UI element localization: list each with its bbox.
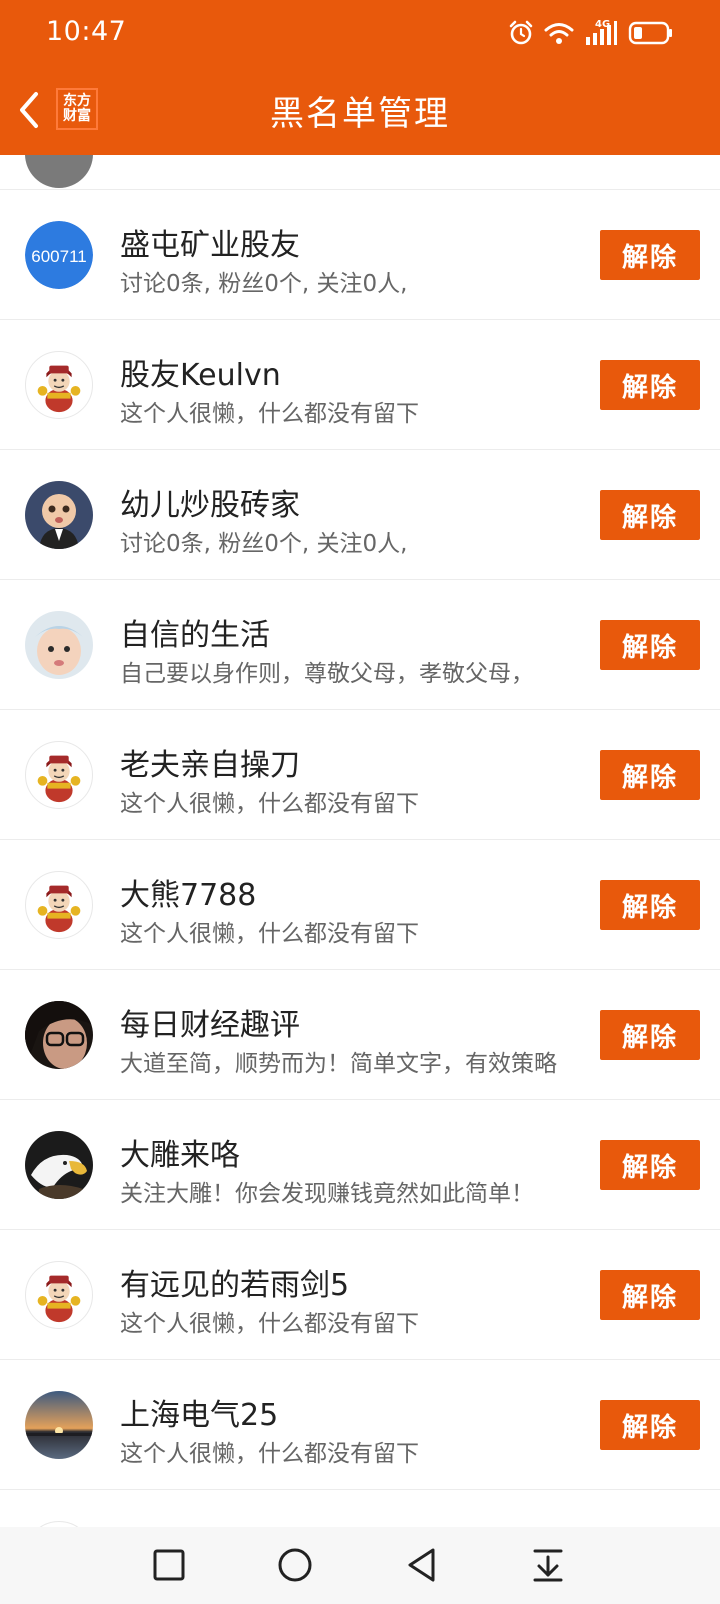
home-button[interactable] (273, 1543, 317, 1587)
eagle-avatar-icon (25, 1131, 93, 1199)
list-item[interactable]: 600711 盛屯矿业股友 讨论0条, 粉丝0个, 关注0人, 解除 (0, 190, 720, 320)
blacklist[interactable]: 600711 盛屯矿业股友 讨论0条, 粉丝0个, 关注0人, 解除 股友Keu… (0, 155, 720, 1527)
avatar[interactable] (25, 871, 93, 939)
unblock-button[interactable]: 解除 (600, 1400, 700, 1450)
status-icons: 4G (508, 18, 674, 48)
notification-pull-button[interactable] (526, 1543, 570, 1587)
baby-boss-avatar-icon (25, 481, 93, 549)
recent-apps-icon (153, 1549, 185, 1581)
unblock-button[interactable]: 解除 (600, 750, 700, 800)
unblock-button[interactable]: 解除 (600, 490, 700, 540)
list-item-partial (0, 1490, 720, 1527)
page-title: 黑名单管理 (270, 94, 450, 134)
avatar (25, 155, 93, 188)
recent-apps-button[interactable] (147, 1543, 191, 1587)
user-bio: 这个人很懒，什么都没有留下 (120, 791, 419, 817)
list-item[interactable]: 每日财经趣评 大道至简，顺势而为！简单文字，有效策略 解除 (0, 970, 720, 1100)
user-bio: 讨论0条, 粉丝0个, 关注0人, (120, 271, 408, 297)
avatar[interactable] (25, 351, 93, 419)
unblock-button[interactable]: 解除 (600, 1140, 700, 1190)
battery-icon (628, 21, 674, 45)
user-name[interactable]: 盛屯矿业股友 (120, 220, 300, 264)
user-name[interactable]: 有远见的若雨剑5 (120, 1260, 349, 1304)
avatar[interactable] (25, 1261, 93, 1329)
list-item[interactable]: 自信的生活 自己要以身作则，尊敬父母，孝敬父母， 解除 (0, 580, 720, 710)
user-name[interactable]: 大雕来咯 (120, 1130, 240, 1174)
list-item[interactable]: 股友Keulvn 这个人很懒，什么都没有留下 解除 (0, 320, 720, 450)
avatar[interactable] (25, 1131, 93, 1199)
back-nav-button[interactable] (400, 1543, 444, 1587)
status-time: 10:47 (46, 16, 127, 47)
avatar-text: 600711 (31, 247, 86, 266)
user-name[interactable]: 大熊7788 (120, 870, 256, 914)
unblock-button[interactable]: 解除 (600, 620, 700, 670)
list-item[interactable]: 大熊7788 这个人很懒，什么都没有留下 解除 (0, 840, 720, 970)
user-bio: 这个人很懒，什么都没有留下 (120, 401, 419, 427)
user-name[interactable]: 老夫亲自操刀 (120, 740, 300, 784)
unblock-button[interactable]: 解除 (600, 230, 700, 280)
avatar[interactable] (25, 611, 93, 679)
cellular-signal-icon: 4G (584, 19, 618, 47)
unblock-button[interactable]: 解除 (600, 880, 700, 930)
user-bio: 自己要以身作则，尊敬父母，孝敬父母， (120, 661, 534, 687)
mascot-icon (37, 885, 81, 933)
avatar[interactable] (25, 1001, 93, 1069)
app-header: 10:47 4G 东方 财富 黑名单管理 (0, 0, 720, 155)
unblock-button[interactable]: 解除 (600, 1270, 700, 1320)
avatar[interactable] (25, 1391, 93, 1459)
avatar[interactable]: 600711 (25, 221, 93, 289)
user-bio: 这个人很懒，什么都没有留下 (120, 1441, 419, 1467)
user-bio: 关注大雕！你会发现赚钱竟然如此简单！ (120, 1181, 534, 1207)
glasses-girl-avatar-icon (25, 1001, 93, 1069)
list-item[interactable]: 上海电气25 这个人很懒，什么都没有留下 解除 (0, 1360, 720, 1490)
wifi-icon (544, 21, 574, 45)
home-icon (278, 1548, 312, 1582)
list-item[interactable]: 大雕来咯 关注大雕！你会发现赚钱竟然如此简单！ 解除 (0, 1100, 720, 1230)
list-item[interactable]: 老夫亲自操刀 这个人很懒，什么都没有留下 解除 (0, 710, 720, 840)
mascot-icon (37, 365, 81, 413)
alarm-icon (508, 20, 534, 46)
user-bio: 这个人很懒，什么都没有留下 (120, 921, 419, 947)
user-name[interactable]: 股友Keulvn (120, 350, 281, 394)
user-name[interactable]: 上海电气25 (120, 1390, 278, 1434)
unblock-button[interactable]: 解除 (600, 1010, 700, 1060)
system-navigation-bar (0, 1527, 720, 1604)
user-bio: 大道至简，顺势而为！简单文字，有效策略 (120, 1051, 557, 1077)
user-name[interactable]: 自信的生活 (120, 610, 270, 654)
user-bio: 这个人很懒，什么都没有留下 (120, 1311, 419, 1337)
user-name[interactable]: 幼儿炒股砖家 (120, 480, 300, 524)
user-name[interactable]: 每日财经趣评 (120, 1000, 300, 1044)
mascot-icon (37, 1275, 81, 1323)
notification-pull-icon (533, 1549, 563, 1582)
list-item[interactable]: 幼儿炒股砖家 讨论0条, 粉丝0个, 关注0人, 解除 (0, 450, 720, 580)
list-item[interactable]: 有远见的若雨剑5 这个人很懒，什么都没有留下 解除 (0, 1230, 720, 1360)
unblock-button[interactable]: 解除 (600, 360, 700, 410)
baby-photo-avatar-icon (25, 611, 93, 679)
mascot-icon (37, 755, 81, 803)
avatar[interactable] (25, 481, 93, 549)
back-icon (408, 1548, 435, 1582)
sunset-avatar-icon (25, 1391, 93, 1459)
avatar[interactable] (25, 741, 93, 809)
list-item-partial (0, 155, 720, 190)
user-bio: 讨论0条, 粉丝0个, 关注0人, (120, 531, 408, 557)
